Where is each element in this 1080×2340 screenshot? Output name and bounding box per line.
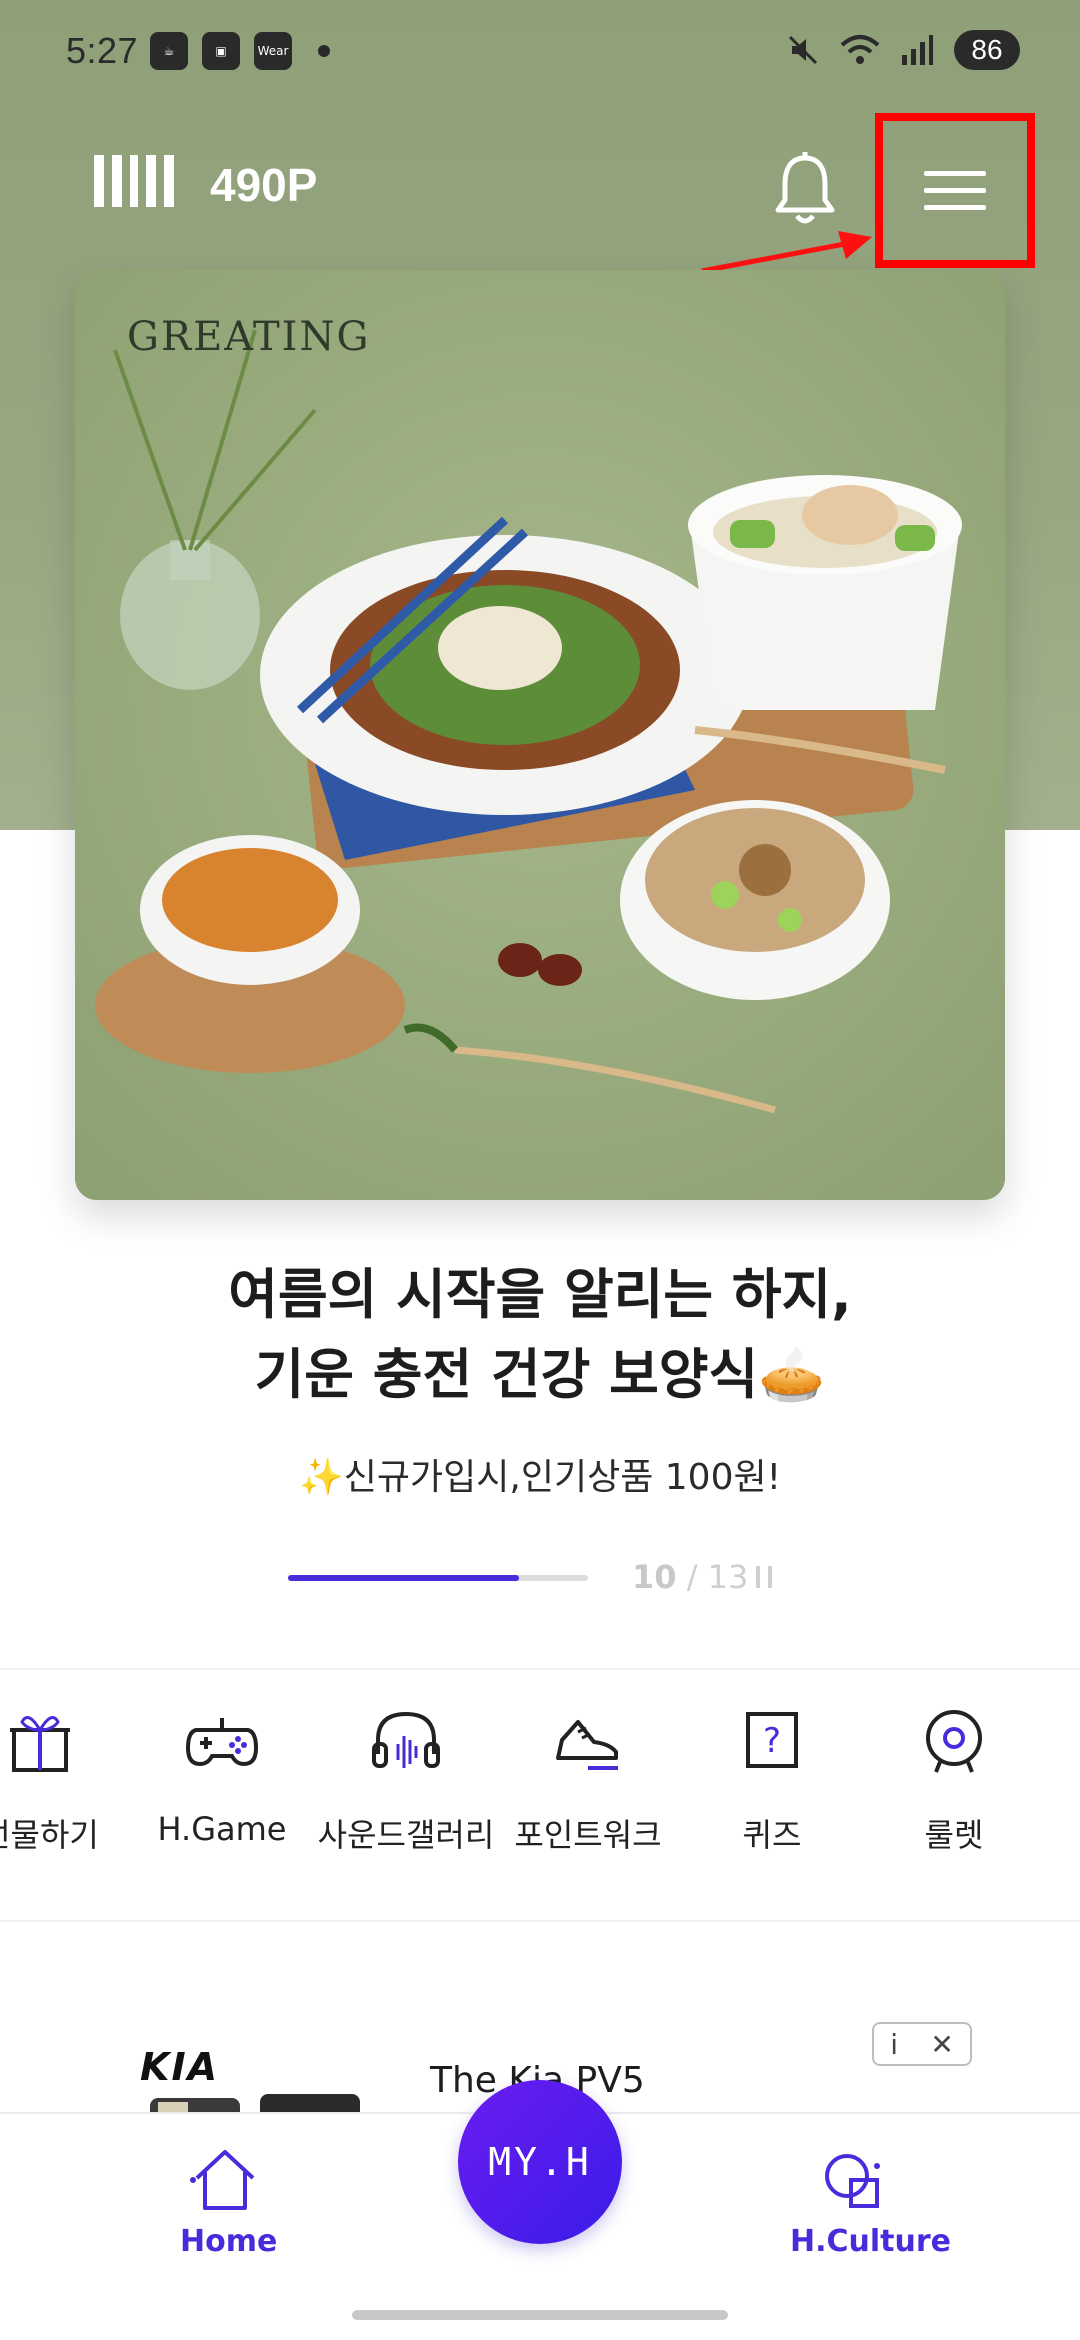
banner-pager: 10 / 13 — [632, 1558, 748, 1596]
quick-item-quiz[interactable]: ? 퀴즈 — [682, 1700, 862, 1856]
point-balance[interactable]: 490P — [210, 158, 317, 212]
pager-separator: / — [686, 1558, 698, 1596]
status-bar: 5:27 ☕ ▣ Wear 86 — [0, 0, 1080, 110]
ad-brand-logo: KIA — [140, 2045, 219, 2089]
culture-icon — [825, 2154, 880, 2208]
signal-icon — [902, 35, 933, 65]
menu-button-highlight[interactable] — [875, 113, 1035, 268]
svg-text:?: ? — [763, 1721, 781, 1761]
home-icon — [190, 2150, 255, 2210]
ad-close-icon[interactable]: ✕ — [930, 2028, 953, 2061]
quick-item-label: 룰렛 — [924, 1816, 984, 1854]
quick-item-gift[interactable]: 선물하기 — [0, 1700, 130, 1856]
quick-item-label: 퀴즈 — [742, 1816, 802, 1854]
coffee-icon: ☕ — [150, 32, 188, 70]
hamburger-menu-icon[interactable] — [924, 159, 986, 222]
nav-hculture-label: H.Culture — [790, 2224, 952, 2259]
nav-home-label: Home — [180, 2224, 278, 2259]
gift-icon — [10, 1716, 70, 1772]
battery-indicator: 86 — [954, 30, 1020, 70]
banner-title-line1: 여름의 시작을 알리는 하지, — [228, 1263, 852, 1326]
pager-current: 10 — [632, 1558, 677, 1596]
section-divider — [0, 1668, 1080, 1670]
headphones-icon — [372, 1711, 440, 1768]
banner-title: 여름의 시작을 알리는 하지, 기운 충전 건강 보양식🥧 — [0, 1255, 1080, 1415]
quick-item-label: H.Game — [157, 1810, 287, 1848]
sneaker-icon — [556, 1720, 618, 1770]
system-home-indicator[interactable] — [352, 2310, 728, 2320]
app-screen: 5:27 ☕ ▣ Wear 86 490P GREATING 여름의 시작을 알… — [0, 0, 1080, 2340]
wear-icon: Wear — [254, 32, 292, 70]
nav-hculture[interactable]: H.Culture — [790, 2144, 952, 2259]
more-notifications-dot — [318, 45, 330, 57]
gamepad-icon — [185, 1718, 259, 1767]
quick-item-point-walk[interactable]: 포인트워크 — [498, 1700, 678, 1856]
banner-brand-logo: GREATING — [127, 314, 371, 360]
promo-banner[interactable]: GREATING — [75, 270, 1005, 1200]
notification-icons: ☕ ▣ Wear — [150, 32, 330, 70]
status-right: 86 — [786, 30, 1020, 70]
mute-icon — [788, 35, 818, 65]
pager-total: 13 — [707, 1558, 749, 1596]
roulette-icon — [926, 1710, 982, 1773]
banner-title-line2: 기운 충전 건강 보양식🥧 — [254, 1343, 826, 1406]
quick-item-roulette[interactable]: 룰렛 — [864, 1700, 1044, 1856]
bell-icon[interactable] — [770, 150, 840, 230]
banner-subtitle: ✨신규가입시,인기상품 100원! — [298, 1457, 782, 1498]
quick-item-sound-gallery[interactable]: 사운드갤러리 — [316, 1700, 496, 1856]
quick-item-label: 사운드갤러리 — [317, 1816, 495, 1854]
screenshot-icon: ▣ — [202, 32, 240, 70]
quick-item-label: 선물하기 — [0, 1816, 99, 1854]
ad-controls[interactable]: i ✕ — [872, 2022, 972, 2066]
food-photo — [75, 270, 1005, 1200]
quick-item-hgame[interactable]: H.Game — [132, 1700, 312, 1848]
barcode-icon[interactable] — [94, 155, 174, 207]
myh-button[interactable]: MY.H — [458, 2080, 622, 2244]
wifi-icon — [840, 35, 880, 64]
section-divider — [0, 1920, 1080, 1922]
ad-info-icon[interactable]: i — [890, 2028, 898, 2061]
banner-progress-fill — [288, 1575, 519, 1581]
app-header: 490P — [0, 113, 1080, 268]
status-time: 5:27 — [66, 30, 139, 71]
quick-menu: 선물하기 H.Game 사운드갤러리 — [0, 1700, 1080, 1900]
banner-progress-bar — [288, 1575, 588, 1581]
nav-home[interactable]: Home — [180, 2144, 278, 2259]
quiz-icon: ? — [746, 1712, 798, 1768]
quick-item-label: 포인트워크 — [514, 1816, 662, 1854]
pause-icon[interactable] — [756, 1566, 772, 1588]
